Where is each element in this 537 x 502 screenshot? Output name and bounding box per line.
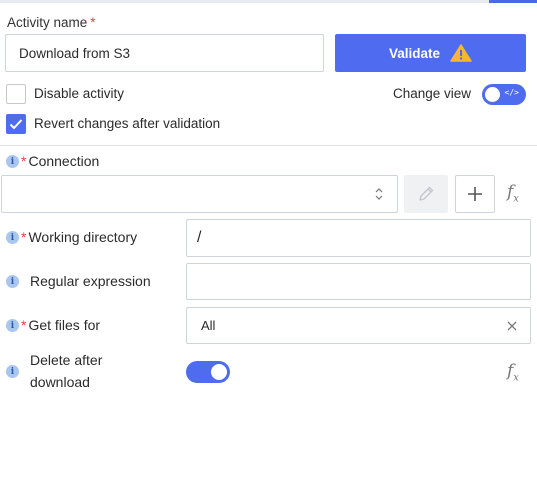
check-icon — [9, 119, 23, 130]
connection-label: * Connection — [21, 153, 99, 169]
info-icon[interactable]: i — [6, 319, 19, 332]
connection-label-text: Connection — [28, 153, 100, 169]
working-directory-label-text: Working directory — [28, 229, 138, 245]
required-mark: * — [21, 153, 27, 169]
get-files-for-value: All — [201, 318, 216, 333]
info-icon[interactable]: i — [6, 155, 19, 168]
delete-after-download-label: Delete after — [30, 352, 103, 368]
function-icon[interactable]: fx — [507, 182, 519, 204]
plus-icon — [468, 187, 482, 201]
info-icon[interactable]: i — [6, 365, 19, 378]
chevron-updown-icon — [375, 188, 383, 200]
code-icon: </> — [504, 88, 519, 97]
top-strip — [0, 0, 537, 3]
required-mark: * — [90, 15, 96, 30]
info-icon[interactable]: i — [6, 231, 19, 244]
activity-name-label-text: Activity name — [7, 15, 88, 30]
get-files-for-label: * Get files for — [21, 317, 100, 333]
edit-connection-button[interactable] — [404, 175, 448, 213]
working-directory-input[interactable]: / — [186, 219, 531, 257]
change-view-toggle[interactable]: </> — [482, 84, 526, 105]
validate-button-label: Validate — [388, 45, 441, 61]
divider — [0, 145, 537, 146]
activity-name-value: Download from S3 — [19, 45, 131, 61]
warning-icon — [450, 44, 472, 62]
activity-name-label: Activity name * — [7, 15, 96, 30]
disable-activity-checkbox[interactable] — [6, 84, 26, 104]
disable-activity-label: Disable activity — [34, 86, 125, 101]
regular-expression-label: Regular expression — [30, 273, 151, 289]
toggle-knob — [485, 87, 500, 102]
delete-after-download-label-line2: download — [30, 374, 90, 390]
get-files-for-select[interactable]: All — [186, 307, 531, 344]
required-mark: * — [21, 317, 27, 333]
revert-changes-checkbox[interactable] — [6, 114, 26, 134]
working-directory-value: / — [197, 229, 202, 246]
active-tab-indicator — [489, 0, 537, 3]
working-directory-label: * Working directory — [21, 229, 137, 245]
required-mark: * — [21, 229, 27, 245]
change-view-label: Change view — [393, 86, 472, 101]
add-connection-button[interactable] — [455, 175, 495, 213]
connection-select[interactable] — [1, 175, 398, 213]
close-icon[interactable] — [506, 320, 518, 332]
validate-button[interactable]: Validate — [335, 34, 526, 72]
revert-changes-label: Revert changes after validation — [34, 116, 221, 131]
get-files-for-label-text: Get files for — [28, 317, 101, 333]
function-icon[interactable]: fx — [507, 361, 519, 383]
toggle-knob — [211, 364, 227, 380]
regular-expression-input[interactable] — [186, 263, 531, 300]
info-icon[interactable]: i — [6, 275, 19, 288]
activity-name-input[interactable]: Download from S3 — [5, 34, 324, 72]
delete-after-download-toggle[interactable] — [186, 361, 230, 383]
pencil-icon — [419, 186, 434, 201]
